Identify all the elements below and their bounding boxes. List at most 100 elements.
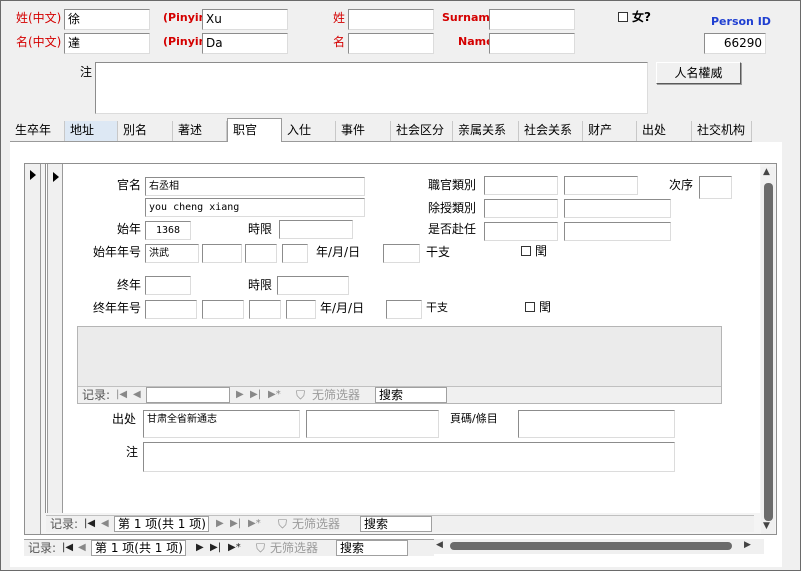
took-post-input-1[interactable] xyxy=(484,222,558,241)
mid-search-box[interactable]: 搜索 xyxy=(360,516,432,532)
prev-record-icon[interactable]: ◀ xyxy=(133,387,141,403)
office-type-input-2[interactable] xyxy=(564,176,638,195)
filter-icon[interactable]: ⛉ xyxy=(296,387,305,403)
end-year-num-input[interactable] xyxy=(202,300,244,319)
start-year-num-input[interactable] xyxy=(202,244,242,263)
pinyin-surname-input[interactable]: Xu xyxy=(202,9,288,30)
sequence-input[interactable] xyxy=(699,176,732,199)
record-selector-inner[interactable] xyxy=(47,164,63,513)
female-label: 女? xyxy=(632,10,651,24)
end-nianhao-input[interactable] xyxy=(145,300,197,319)
scroll-down-icon[interactable]: ▼ xyxy=(763,521,770,531)
end-month-input[interactable] xyxy=(249,300,281,319)
main-search-box[interactable]: 搜索 xyxy=(336,540,408,556)
tab-writings[interactable]: 著述 xyxy=(173,121,227,141)
tab-sources[interactable]: 出处 xyxy=(637,121,692,141)
tab-institutions[interactable]: 社交机构 xyxy=(692,121,752,141)
took-post-input-2[interactable] xyxy=(564,222,671,241)
main-nav-bar: 记录: |◀ ◀ 第 1 项(共 1 项) ▶ ▶| ▶* ⛉ 无筛选器 搜索 xyxy=(24,539,434,556)
tab-possessions[interactable]: 财产 xyxy=(583,121,637,141)
next-record-icon[interactable]: ▶ xyxy=(216,516,224,532)
scroll-thumb[interactable] xyxy=(764,183,773,521)
start-range-input[interactable] xyxy=(279,220,353,239)
xing-input[interactable] xyxy=(348,9,434,30)
vertical-scrollbar[interactable]: ▲ ▼ xyxy=(761,167,775,534)
main-record-position[interactable]: 第 1 项(共 1 项) xyxy=(91,540,186,556)
filter-icon[interactable]: ⛉ xyxy=(256,540,265,556)
first-record-icon[interactable]: |◀ xyxy=(84,516,95,532)
surname-zh-input[interactable]: 徐 xyxy=(64,9,150,30)
start-day-input[interactable] xyxy=(282,244,308,263)
start-ymd-label: 年/月/日 xyxy=(316,245,361,259)
start-nianhao-label: 始年年号 xyxy=(93,245,142,259)
scroll-right-icon[interactable]: ▶ xyxy=(744,540,751,550)
end-leap-checkbox[interactable] xyxy=(525,302,535,312)
start-leap-checkbox[interactable] xyxy=(521,246,531,256)
record-selector-outer[interactable] xyxy=(25,164,41,534)
first-record-icon[interactable]: |◀ xyxy=(62,540,73,556)
end-year-input[interactable] xyxy=(145,276,191,295)
filter-icon[interactable]: ⛉ xyxy=(278,516,287,532)
start-year-label: 始年 xyxy=(117,222,142,236)
appointment-type-input-2[interactable] xyxy=(564,199,671,218)
tab-kinship[interactable]: 亲属关系 xyxy=(453,121,519,141)
name-en-input[interactable] xyxy=(489,33,575,54)
next-record-icon[interactable]: ▶ xyxy=(196,540,204,556)
new-record-icon[interactable]: ▶* xyxy=(268,387,281,403)
tab-alias[interactable]: 別名 xyxy=(118,121,173,141)
tab-birth-death[interactable]: 生卒年 xyxy=(10,121,65,141)
nested-record-position[interactable] xyxy=(146,387,230,403)
note-textarea[interactable] xyxy=(95,62,648,114)
page-label: 頁碼/條目 xyxy=(450,412,498,425)
prev-record-icon[interactable]: ◀ xyxy=(101,516,109,532)
female-checkbox[interactable] xyxy=(618,12,628,22)
new-record-icon[interactable]: ▶* xyxy=(228,540,241,556)
start-nianhao-input[interactable]: 洪武 xyxy=(145,244,199,263)
mid-no-filter[interactable]: 无筛选器 xyxy=(292,516,340,532)
office-pinyin-input[interactable]: you cheng xiang xyxy=(145,198,365,217)
next-record-icon[interactable]: ▶ xyxy=(236,387,244,403)
current-record-arrow-icon xyxy=(30,170,36,180)
end-day-input[interactable] xyxy=(286,300,316,319)
tab-status[interactable]: 社会区分 xyxy=(391,121,453,141)
mid-record-position[interactable]: 第 1 项(共 1 项) xyxy=(114,516,209,532)
horizontal-scrollbar[interactable]: ◀ ▶ xyxy=(434,539,764,554)
start-month-input[interactable] xyxy=(245,244,277,263)
start-year-input[interactable]: 1368 xyxy=(145,221,191,240)
new-record-icon[interactable]: ▶* xyxy=(248,516,261,532)
scroll-up-icon[interactable]: ▲ xyxy=(763,167,770,177)
tab-address[interactable]: 地址 xyxy=(65,121,118,141)
h-scroll-thumb[interactable] xyxy=(450,542,732,550)
scroll-left-icon[interactable]: ◀ xyxy=(436,540,443,550)
tab-entry[interactable]: 入仕 xyxy=(282,121,336,141)
given-zh-input[interactable]: 達 xyxy=(64,33,150,54)
source-input[interactable]: 甘肃全省新通志 xyxy=(143,410,300,438)
surname-en-input[interactable] xyxy=(489,9,575,30)
tab-office[interactable]: 职官 xyxy=(227,118,282,142)
source-secondary-input[interactable] xyxy=(306,410,439,438)
appointment-type-input-1[interactable] xyxy=(484,199,558,218)
office-type-input-1[interactable] xyxy=(484,176,558,195)
prev-record-icon[interactable]: ◀ xyxy=(78,540,86,556)
authority-button[interactable]: 人名權威 xyxy=(656,62,741,84)
start-ganzhi-input[interactable] xyxy=(383,244,420,263)
nested-search-box[interactable]: 搜索 xyxy=(375,387,447,403)
tab-events[interactable]: 事件 xyxy=(336,121,391,141)
office-name-input[interactable]: 右丞相 xyxy=(145,177,365,196)
last-record-icon[interactable]: ▶| xyxy=(230,516,241,532)
tab-social-relations[interactable]: 社会关系 xyxy=(519,121,583,141)
ming-input[interactable] xyxy=(348,33,434,54)
page-input[interactable] xyxy=(518,410,675,438)
main-no-filter[interactable]: 无筛选器 xyxy=(270,540,318,556)
xing-label: 姓 xyxy=(333,11,346,25)
last-record-icon[interactable]: ▶| xyxy=(250,387,261,403)
nested-no-filter[interactable]: 无筛选器 xyxy=(312,387,360,403)
mid-record-label: 记录: xyxy=(50,517,79,531)
office-note-input[interactable] xyxy=(143,442,675,472)
end-ganzhi-input[interactable] xyxy=(386,300,422,319)
first-record-icon[interactable]: |◀ xyxy=(116,387,127,403)
current-record-arrow-icon xyxy=(53,172,59,182)
end-range-input[interactable] xyxy=(277,276,349,295)
last-record-icon[interactable]: ▶| xyxy=(210,540,221,556)
pinyin-given-input[interactable]: Da xyxy=(202,33,288,54)
